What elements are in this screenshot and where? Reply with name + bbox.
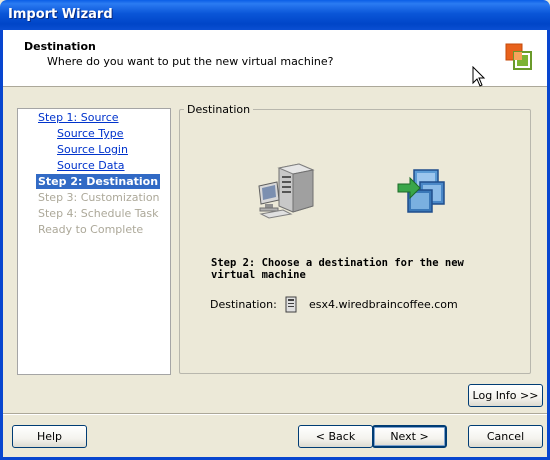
mouse-cursor-icon [472,66,486,87]
vmware-logo-icon [505,43,532,70]
window-title: Import Wizard [8,7,113,22]
window-frame-left [0,30,3,460]
step-customization: Step 3: Customization [38,191,160,204]
back-button-label: < Back [315,430,356,443]
virtual-machine-icon [397,169,445,213]
step-source-link[interactable]: Step 1: Source [38,111,119,124]
cancel-button-label: Cancel [486,430,525,443]
page-subtitle: Where do you want to put the new virtual… [47,55,334,68]
next-button-label: Next > [390,430,429,443]
destination-value: esx4.wiredbraincoffee.com [309,298,458,311]
host-icon [285,296,297,313]
destination-label: Destination: [210,298,277,311]
back-button[interactable]: < Back [298,425,373,448]
log-info-button-label: Log Info >> [472,389,539,402]
destination-instruction: Step 2: Choose a destination for the new… [211,257,464,281]
page-title: Destination [24,40,96,53]
step-source-data-link[interactable]: Source Data [57,159,125,172]
help-button[interactable]: Help [12,425,87,448]
destination-group [179,109,531,374]
server-icon [258,163,315,219]
next-button[interactable]: Next > [372,425,447,448]
destination-group-label: Destination [184,103,254,116]
log-info-button[interactable]: Log Info >> [468,384,543,407]
step-schedule-task: Step 4: Schedule Task [38,207,159,220]
footer-separator [3,413,547,415]
step-source-login-link[interactable]: Source Login [57,143,128,156]
step-ready-to-complete: Ready to Complete [38,223,144,236]
help-button-label: Help [36,430,63,443]
step-destination-current: Step 2: Destination [36,174,161,189]
step-source-type-link[interactable]: Source Type [57,127,124,140]
cancel-button[interactable]: Cancel [468,425,543,448]
title-bar[interactable]: Import Wizard [0,0,550,30]
wizard-header: Destination Where do you want to put the… [3,30,547,87]
wizard-steps-panel: Step 1: Source Source Type Source Login … [17,108,171,375]
